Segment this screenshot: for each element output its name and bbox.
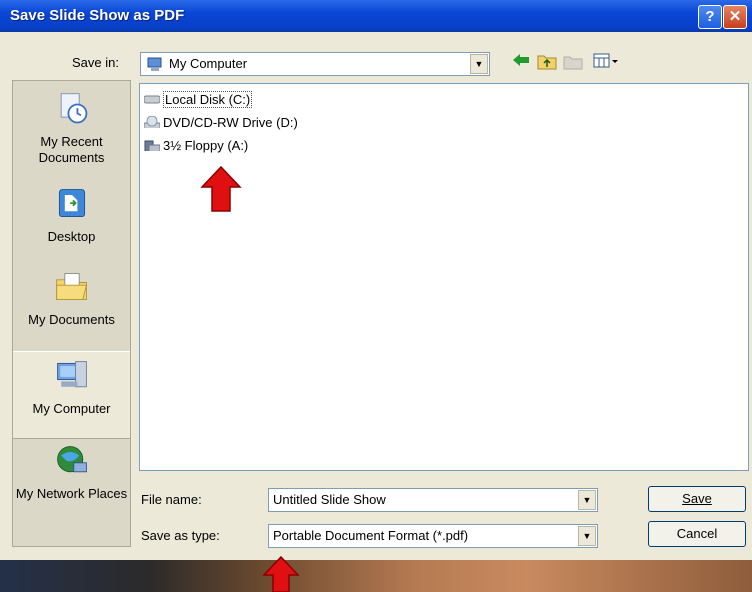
- place-label: My Network Places: [15, 486, 128, 501]
- desktop-icon: [58, 189, 85, 218]
- save-as-type-value: Portable Document Format (*.pdf): [273, 528, 469, 543]
- list-item-floppy[interactable]: 3½ Floppy (A:): [144, 138, 248, 153]
- place-label: My Computer: [32, 401, 111, 416]
- save-button[interactable]: Save: [648, 486, 746, 512]
- place-my-recent-documents[interactable]: My Recent Documents: [13, 91, 130, 166]
- close-button[interactable]: ✕: [723, 5, 747, 29]
- file-name-label: File name:: [141, 492, 202, 507]
- views-menu-icon[interactable]: [593, 52, 621, 70]
- list-item-local-disk[interactable]: Local Disk (C:): [144, 91, 253, 108]
- chevron-down-icon[interactable]: ▼: [578, 490, 596, 510]
- file-label: Local Disk (C:): [163, 91, 253, 108]
- window-title: Save Slide Show as PDF: [10, 7, 185, 24]
- annotation-arrow-icon: [200, 165, 242, 212]
- place-label: Desktop: [47, 229, 96, 244]
- recent-documents-icon: [60, 93, 87, 124]
- annotation-arrow-icon: [262, 555, 300, 592]
- place-my-documents[interactable]: My Documents: [13, 269, 130, 327]
- place-label: My Documents: [28, 312, 115, 327]
- my-documents-icon: [55, 273, 87, 301]
- place-my-network-places[interactable]: My Network Places: [13, 443, 130, 501]
- help-button[interactable]: ?: [698, 5, 722, 29]
- place-my-computer[interactable]: My Computer: [13, 351, 130, 439]
- network-places-icon: [56, 446, 87, 473]
- save-as-type-label: Save as type:: [141, 528, 220, 543]
- save-in-value: My Computer: [169, 56, 248, 71]
- save-in-label: Save in:: [72, 55, 119, 70]
- chevron-down-icon[interactable]: ▼: [470, 54, 488, 74]
- back-icon[interactable]: [511, 52, 531, 68]
- title-bar: Save Slide Show as PDF ? ✕: [0, 0, 752, 32]
- background-photo-strip: [0, 560, 752, 592]
- file-label: DVD/CD-RW Drive (D:): [163, 115, 298, 130]
- cancel-button[interactable]: Cancel: [648, 521, 746, 547]
- hard-drive-icon: [144, 95, 160, 104]
- save-as-type-dropdown[interactable]: Portable Document Format (*.pdf) ▼: [268, 524, 598, 548]
- file-label: 3½ Floppy (A:): [163, 138, 249, 153]
- up-folder-icon[interactable]: [537, 52, 557, 70]
- places-bar: My Recent Documents Desktop My Documents…: [12, 80, 131, 547]
- my-computer-icon: [56, 361, 87, 388]
- floppy-drive-icon: [144, 140, 160, 151]
- place-label: My Recent Documents: [38, 134, 105, 165]
- file-list[interactable]: Local Disk (C:) DVD/CD-RW Drive (D:) 3½ …: [139, 83, 749, 471]
- place-desktop[interactable]: Desktop: [13, 186, 130, 244]
- list-item-dvd-drive[interactable]: DVD/CD-RW Drive (D:): [144, 115, 298, 130]
- file-name-field[interactable]: Untitled Slide Show ▼: [268, 488, 598, 512]
- chevron-down-icon[interactable]: ▼: [578, 526, 596, 546]
- my-computer-small-icon: [147, 57, 162, 71]
- file-name-value: Untitled Slide Show: [273, 492, 386, 507]
- new-folder-icon[interactable]: [563, 52, 583, 70]
- save-in-dropdown[interactable]: My Computer ▼: [140, 52, 490, 76]
- dvd-drive-icon: [144, 116, 160, 128]
- save-button-label: Save: [682, 491, 712, 506]
